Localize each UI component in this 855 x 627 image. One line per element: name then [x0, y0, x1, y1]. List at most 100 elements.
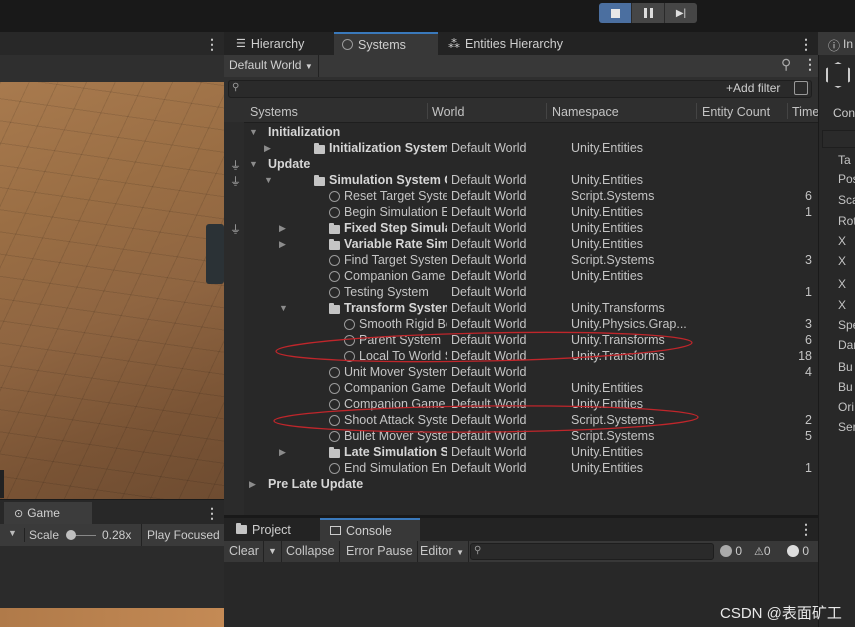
collapse-button[interactable]: Collapse — [282, 541, 340, 562]
display-dropdown-icon[interactable]: ▼ — [8, 528, 17, 538]
clear-button[interactable]: Clear — [225, 541, 264, 562]
column-divider[interactable] — [427, 103, 428, 119]
column-entity-count[interactable]: Entity Count — [702, 105, 770, 119]
inspector-tab-label: In — [843, 37, 854, 51]
red-annotation-overlay — [273, 331, 699, 433]
search-field-icon: ⚲ — [232, 82, 240, 93]
scale-value: 0.28x — [102, 528, 132, 542]
toolbar-divider — [318, 55, 319, 77]
console-tabbar — [224, 517, 818, 542]
add-filter-button[interactable]: +Add filter — [726, 81, 780, 95]
stop-icon — [610, 8, 620, 18]
inspector-field[interactable]: Ta — [838, 153, 851, 167]
system-icon — [342, 39, 353, 50]
chevron-down-icon: ▼ — [304, 62, 313, 71]
systems-toolbar — [224, 55, 818, 78]
info-icon — [720, 545, 732, 557]
tab-systems-label: Systems — [358, 37, 406, 52]
tab-entities-hierarchy[interactable]: ⁂ Entities Hierarchy — [440, 32, 571, 55]
inspector-field[interactable]: Dar — [838, 338, 855, 352]
log-count-toggle[interactable]: 0 — [720, 544, 742, 558]
gamepad-icon: ⊙ — [14, 507, 24, 520]
error-count-toggle[interactable]: 0 — [787, 544, 809, 558]
plug-icon[interactable]: ⏚ — [230, 221, 241, 237]
console-search-input[interactable] — [470, 543, 714, 560]
tab-console[interactable]: Console — [320, 518, 420, 541]
warning-count-toggle[interactable]: ⚠0 — [754, 544, 771, 558]
search-input[interactable] — [228, 80, 812, 98]
pause-button[interactable] — [632, 3, 665, 23]
column-namespace[interactable]: Namespace — [552, 105, 619, 119]
editor-dropdown-label: Editor — [420, 544, 453, 558]
scene-unit-object[interactable] — [206, 224, 224, 284]
game-view[interactable] — [0, 546, 224, 608]
column-divider[interactable] — [696, 103, 697, 119]
warning-count: 0 — [763, 544, 771, 558]
inspector-field[interactable]: X — [838, 234, 846, 248]
info-icon: ⓘ — [828, 39, 841, 53]
scene-tabbar — [0, 32, 224, 55]
column-systems[interactable]: Systems — [250, 105, 298, 119]
inspector-search-input[interactable] — [822, 130, 855, 148]
editor-dropdown[interactable]: Editor ▼ — [416, 541, 470, 562]
inspector-field[interactable]: X — [838, 298, 846, 312]
tab-systems[interactable]: Systems — [334, 32, 438, 55]
popout-icon[interactable] — [794, 81, 808, 95]
column-time[interactable]: Time — [792, 105, 818, 119]
tab-project[interactable]: Project — [226, 518, 301, 541]
scene-view[interactable] — [0, 82, 224, 499]
tab-hierarchy[interactable]: ☰ Hierarchy — [228, 32, 312, 55]
tab-game[interactable]: ⊙ Game — [4, 502, 92, 524]
tab-hierarchy-label: Hierarchy — [250, 36, 305, 51]
scale-slider-thumb[interactable] — [66, 530, 76, 540]
plug-icon[interactable]: ⏚ — [230, 157, 241, 173]
search-icon: ⚲ — [474, 545, 482, 556]
play-focused-dropdown[interactable]: Play Focused — [147, 528, 224, 542]
column-divider[interactable] — [546, 103, 547, 119]
scale-label: Scale — [29, 528, 60, 542]
step-button[interactable]: ▶| — [665, 3, 697, 23]
playmode-controls: ▶| — [599, 3, 697, 23]
world-dropdown[interactable]: Default World ▼ — [229, 58, 313, 72]
scene-menu-icon[interactable]: ⋮ — [205, 36, 219, 53]
entities-icon: ⁂ — [448, 36, 460, 51]
inspector-field[interactable]: Spe — [838, 318, 855, 332]
step-icon: ▶| — [675, 7, 687, 19]
game-view-ground — [0, 608, 224, 627]
pause-icon — [643, 8, 653, 18]
list-icon: ☰ — [236, 38, 246, 50]
column-divider[interactable] — [787, 103, 788, 119]
inspector-field[interactable]: Bu — [838, 380, 853, 394]
game-menu-icon[interactable]: ⋮ — [205, 505, 219, 522]
tab-entities-label: Entities Hierarchy — [465, 36, 563, 51]
stop-button[interactable] — [599, 3, 632, 23]
search-icon[interactable]: ⚲ — [781, 56, 791, 73]
inspector-field[interactable]: Bu — [838, 360, 853, 374]
console-menu-icon[interactable]: ⋮ — [799, 521, 813, 538]
inspector-field[interactable]: X — [838, 277, 846, 291]
plug-icon[interactable]: ⏚ — [230, 173, 241, 189]
folder-icon — [236, 523, 247, 534]
warning-icon: ⚠ — [754, 546, 764, 558]
clear-options-chevron-icon[interactable]: ▼ — [264, 541, 282, 562]
inspector-field[interactable]: X — [838, 254, 846, 268]
scene-toolbar — [0, 55, 224, 82]
plus-icon: + — [726, 81, 734, 95]
tab-project-label: Project — [252, 522, 291, 537]
annotation-ellipse — [275, 331, 693, 363]
scene-overlay-edge — [0, 470, 4, 498]
systems-menu-icon[interactable]: ⋮ — [799, 36, 813, 53]
inspector-field[interactable]: Sca — [838, 193, 855, 207]
world-dropdown-label: Default World — [229, 58, 302, 72]
error-pause-button[interactable]: Error Pause — [342, 541, 418, 562]
inspector-field[interactable]: Pos — [838, 172, 855, 186]
column-world[interactable]: World — [432, 105, 464, 119]
inspector-field[interactable]: Ser — [838, 420, 855, 434]
chevron-down-icon: ▼ — [456, 548, 465, 557]
inspector-field[interactable]: Ori — [838, 400, 854, 414]
console-icon — [330, 526, 341, 535]
systems-options-icon[interactable]: ⋮ — [803, 56, 817, 73]
error-icon — [787, 545, 799, 557]
inspector-field[interactable]: Rot — [838, 214, 855, 228]
error-count: 0 — [802, 544, 810, 558]
